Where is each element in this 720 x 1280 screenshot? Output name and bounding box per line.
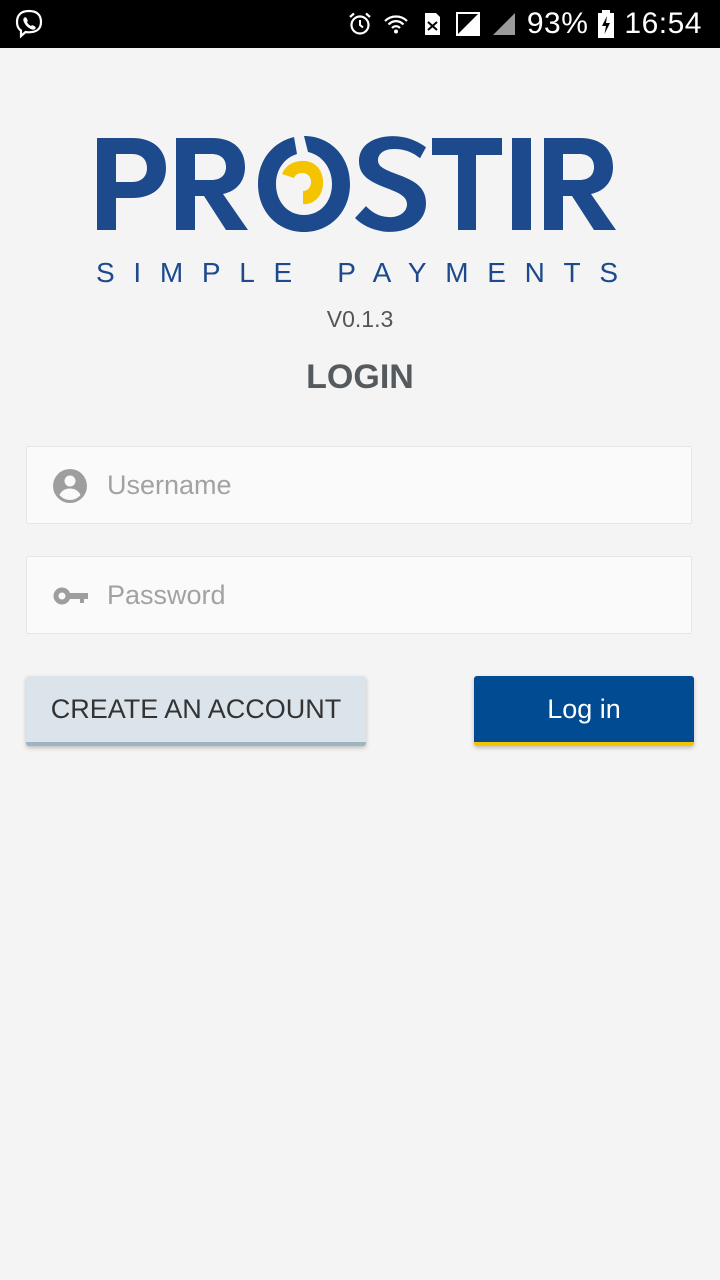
clock: 16:54 — [624, 7, 702, 40]
key-icon — [53, 587, 88, 605]
viber-icon — [15, 9, 43, 39]
signal-empty-icon — [455, 12, 480, 36]
app-version: V0.1.3 — [326, 306, 394, 332]
status-icons: 93% 16:54 — [347, 0, 702, 48]
alarm-icon — [349, 12, 371, 35]
logo-tagline: SIMPLE PAYMENTS — [96, 257, 618, 288]
password-field[interactable] — [26, 556, 692, 634]
page-title: LOGIN — [306, 358, 414, 396]
battery-percentage: 93% — [526, 7, 589, 40]
password-input[interactable] — [107, 557, 667, 633]
signal-icon — [492, 13, 515, 35]
status-bar: 93% 16:54 — [0, 0, 720, 48]
create-account-button[interactable]: CREATE AN ACCOUNT — [26, 676, 366, 746]
username-field[interactable] — [26, 446, 692, 524]
battery-charging-icon — [598, 10, 615, 38]
wifi-icon — [384, 15, 408, 34]
login-button[interactable]: Log in — [474, 676, 694, 746]
username-input[interactable] — [107, 447, 667, 523]
prostir-logo: SIMPLE PAYMENTS — [96, 136, 618, 288]
logo-wordmark — [97, 136, 616, 232]
logo-yellow-arc — [282, 160, 324, 205]
account-circle-icon — [53, 469, 87, 503]
sim-icon — [424, 13, 440, 35]
